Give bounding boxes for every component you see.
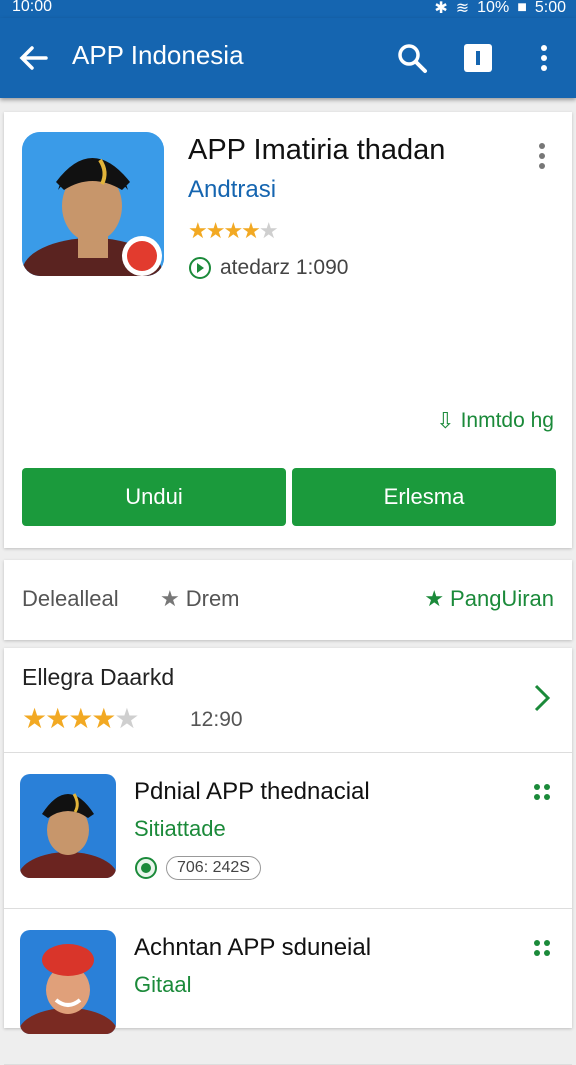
battery-percent: 10% [477, 0, 510, 16]
app-thumbnail [20, 774, 116, 878]
install-link[interactable]: ⇩ Inmtdo hg [436, 408, 554, 434]
app-meta-text: atedarz 1:090 [220, 256, 349, 279]
app-detail-card: APP Imatiria thadan Andtrasi ★★★★★ ateda… [4, 112, 572, 548]
bluetooth-icon: ✱ [434, 0, 448, 17]
info-icon[interactable] [464, 44, 492, 72]
app-thumbnail [20, 930, 116, 1034]
drag-handle-icon[interactable] [532, 938, 552, 958]
app-size-pill: 706: 242S [166, 856, 261, 880]
rating-stars: ★★★★★ [22, 703, 140, 734]
top-app-bar: APP Indonesia [0, 18, 576, 98]
wifi-icon: ≋ [455, 0, 470, 17]
chevron-right-icon [534, 684, 551, 712]
download-icon: ⇩ [436, 408, 455, 433]
tab-featured-label: PangUiran [450, 586, 554, 611]
status-time: 10:00 [12, 0, 53, 15]
back-arrow-icon[interactable] [18, 42, 50, 74]
install-link-label: Inmtdo hg [460, 409, 554, 432]
list-card: Ellegra Daarkd ★★★★★ 12:90 Pdnial APP th… [4, 648, 572, 1065]
app-bar-title: APP Indonesia [72, 40, 244, 70]
secondary-button[interactable]: Erlesma [292, 468, 556, 526]
rating-number: 12:90 [190, 708, 243, 731]
detail-tabs: Delealleal ★ Drem ★ PangUiran [4, 560, 572, 640]
tab-featured[interactable]: ★ PangUiran [424, 586, 554, 612]
app-subtitle: Sitiattade [134, 816, 226, 841]
rating-row[interactable]: Ellegra Daarkd ★★★★★ 12:90 [4, 648, 572, 753]
tab-reviews[interactable]: ★ Drem [160, 586, 240, 612]
tab-reviews-label: Drem [185, 586, 240, 611]
list-item[interactable]: Achntan APP sduneial Gitaal [4, 908, 572, 1065]
more-vert-icon[interactable] [532, 42, 556, 74]
download-button[interactable]: Undui [22, 468, 286, 526]
app-meta: atedarz 1:090 [188, 256, 348, 280]
clock-icon [189, 257, 211, 279]
app-subtitle: Gitaal [134, 972, 192, 997]
battery-icon: ■ [517, 0, 527, 16]
list-item[interactable]: Pdnial APP thednacial Sitiattade 706: 24… [4, 752, 572, 909]
drag-handle-icon[interactable] [532, 782, 552, 802]
rating-label: Ellegra Daarkd [22, 664, 175, 690]
status-bar: 10:00 ✱ ≋ 10% ■ 5:00 [0, 0, 576, 18]
status-time-right: 5:00 [534, 0, 566, 16]
star-rating: ★★★★★ [188, 218, 279, 243]
app-meta: 706: 242S [134, 856, 261, 880]
app-title: Pdnial APP thednacial [134, 778, 370, 805]
search-icon[interactable] [396, 42, 428, 74]
app-title: Achntan APP sduneial [134, 934, 372, 961]
badge-icon [135, 857, 157, 879]
app-name: APP Imatiria thadan [188, 134, 446, 166]
star-outline-icon: ★ [160, 586, 180, 611]
developer-link[interactable]: Andtrasi [188, 176, 276, 204]
more-vert-icon[interactable] [536, 142, 548, 170]
star-icon: ★ [424, 586, 445, 611]
app-icon-portrait [22, 132, 164, 276]
tab-details[interactable]: Delealleal [22, 586, 119, 612]
